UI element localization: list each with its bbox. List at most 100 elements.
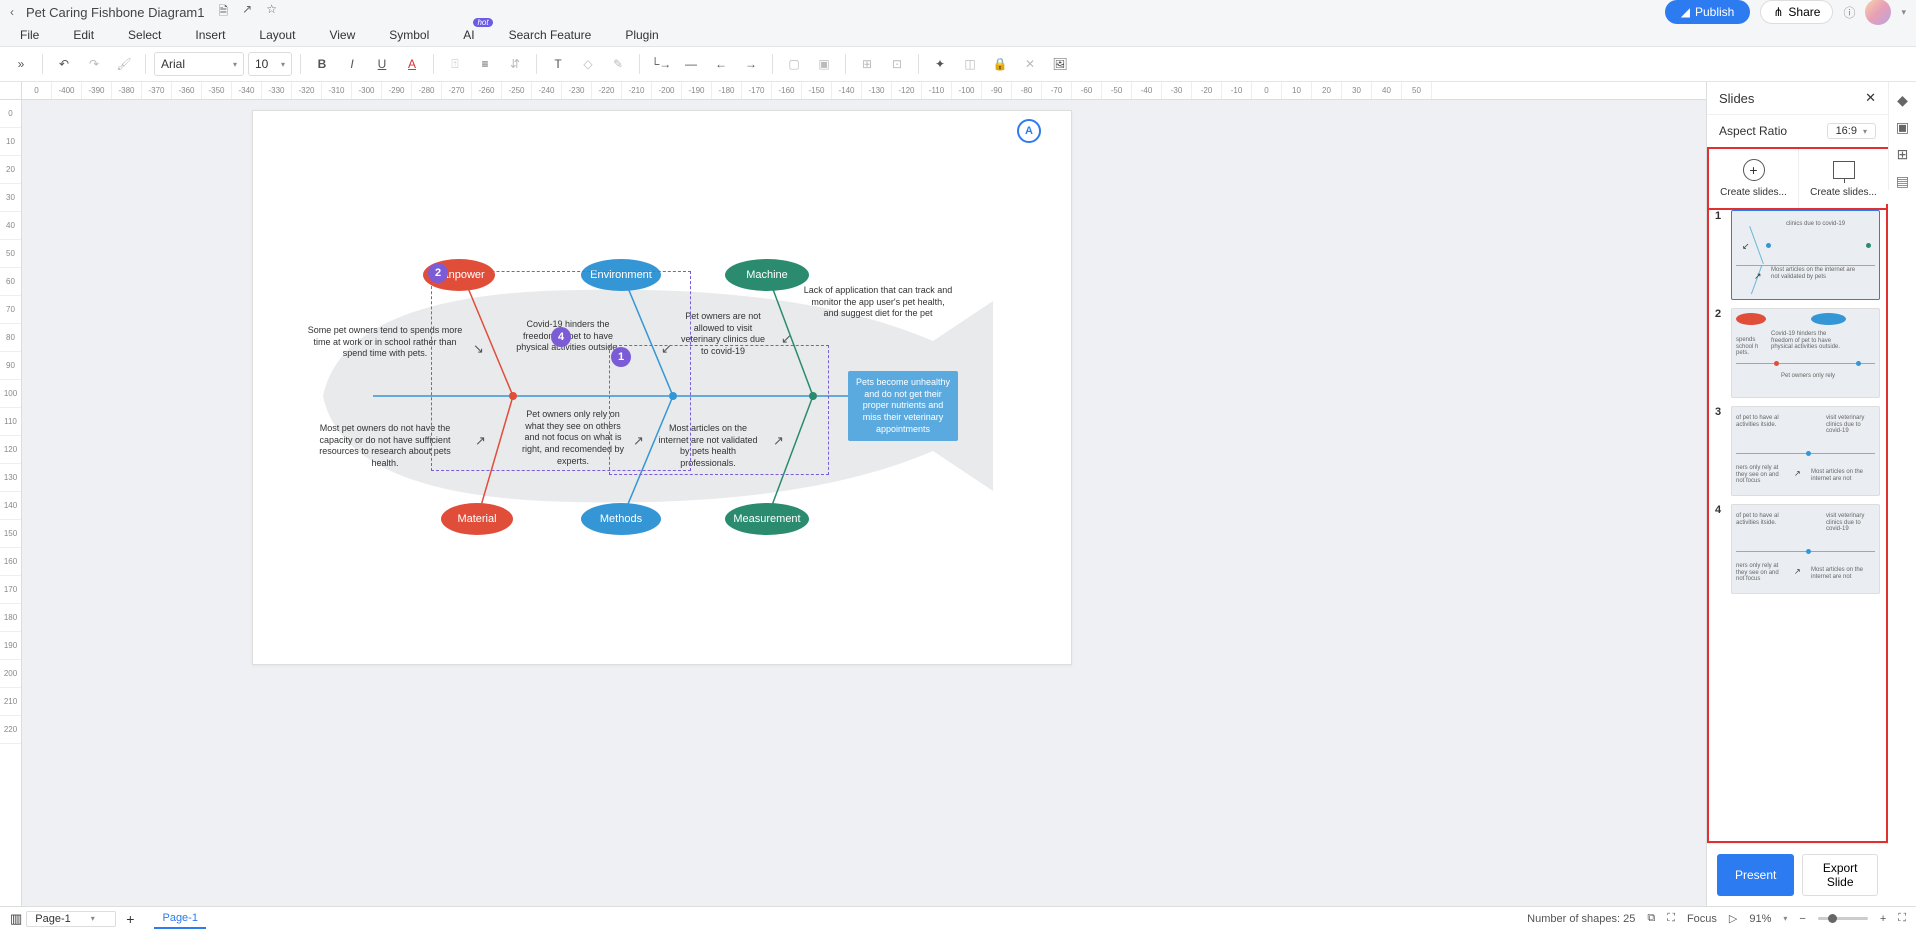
shapes-count: Number of shapes: 25 — [1527, 913, 1635, 925]
marker-4[interactable]: 4 — [551, 327, 571, 347]
focus-icon[interactable]: ⛶ — [1667, 912, 1675, 925]
group-icon[interactable]: ⊡ — [884, 51, 910, 77]
canvas[interactable]: 0-400-390-380-370-360-350-340-330-320-31… — [0, 82, 1706, 906]
slide-thumb-3[interactable]: of pet to have al activities itside. vis… — [1731, 406, 1880, 496]
text-top-icon[interactable]: ⍐ — [442, 51, 468, 77]
text-machine-1[interactable]: Pet owners are not allowed to visit vete… — [678, 311, 768, 358]
back-icon[interactable]: ‹ — [10, 5, 14, 19]
play-icon[interactable]: ▷ — [1729, 912, 1737, 925]
avatar-chevron-icon[interactable]: ▾ — [1901, 7, 1906, 18]
layers-status-icon[interactable]: ⧉ — [1647, 912, 1655, 925]
help-icon[interactable]: ⓘ — [1843, 4, 1855, 21]
bold-icon[interactable]: B — [309, 51, 335, 77]
menu-ai[interactable]: AIhot — [463, 28, 474, 42]
document-page[interactable]: A — [252, 110, 1072, 665]
oval-measurement[interactable]: Measurement — [725, 503, 809, 535]
create-slides-button-2[interactable]: Create slides... — [1798, 149, 1888, 208]
pages-icon[interactable]: ▥ — [10, 911, 22, 927]
slide-thumb-1[interactable]: clinics due to covid-19 Most articles on… — [1731, 210, 1880, 300]
font-size-selector[interactable]: 10▾ — [248, 52, 292, 76]
brush-icon[interactable]: 🖌 — [111, 51, 137, 77]
share-button[interactable]: ⋔Share — [1760, 0, 1833, 24]
ai-assistant-icon[interactable]: A — [1017, 119, 1041, 143]
oval-environment[interactable]: Environment — [581, 259, 661, 291]
undo-icon[interactable]: ↶ — [51, 51, 77, 77]
format-icon[interactable]: ◆ — [1897, 92, 1908, 109]
focus-label[interactable]: Focus — [1687, 913, 1717, 925]
font-selector[interactable]: Arial▾ — [154, 52, 244, 76]
tools-icon[interactable]: ✕ — [1017, 51, 1043, 77]
redo-icon[interactable]: ↷ — [81, 51, 107, 77]
menu-plugin[interactable]: Plugin — [625, 28, 658, 42]
layers-icon[interactable]: ▣ — [1896, 119, 1909, 136]
align-icon[interactable]: ≡ — [472, 51, 498, 77]
oval-material[interactable]: Material — [441, 503, 513, 535]
close-panel-icon[interactable]: ✕ — [1865, 90, 1876, 106]
fullscreen-icon[interactable]: ⛶ — [1898, 912, 1906, 925]
page-tab[interactable]: Page-1 — [154, 909, 205, 929]
underline-icon[interactable]: U — [369, 51, 395, 77]
create-slides-button-1[interactable]: + Create slides... — [1709, 149, 1798, 208]
menu-search[interactable]: Search Feature — [509, 28, 592, 42]
marker-1[interactable]: 1 — [611, 347, 631, 367]
oval-machine[interactable]: Machine — [725, 259, 809, 291]
lock-icon[interactable]: 🔒 — [987, 51, 1013, 77]
image-icon[interactable]: 🖼 — [1047, 51, 1073, 77]
arrow-icon: ↙ — [781, 331, 792, 347]
present-button[interactable]: Present — [1717, 854, 1794, 896]
menu-symbol[interactable]: Symbol — [389, 28, 429, 42]
crop-icon[interactable]: ◫ — [957, 51, 983, 77]
italic-icon[interactable]: I — [339, 51, 365, 77]
slide-template-icon — [1833, 161, 1855, 179]
connector-icon[interactable]: └→ — [648, 51, 674, 77]
arrow-icon: ↙ — [661, 341, 672, 357]
zoom-value[interactable]: 91% — [1749, 913, 1771, 925]
add-page-button[interactable]: + — [126, 911, 134, 927]
effects-icon[interactable]: ✦ — [927, 51, 953, 77]
menu-edit[interactable]: Edit — [73, 28, 94, 42]
font-color-icon[interactable]: A — [399, 51, 425, 77]
text-machine-2[interactable]: Lack of application that can track and m… — [803, 285, 953, 320]
oval-methods[interactable]: Methods — [581, 503, 661, 535]
export-slide-button[interactable]: Export Slide — [1802, 854, 1878, 896]
arrow-start-icon[interactable]: ← — [708, 51, 734, 77]
aspect-selector[interactable]: 16:9▾ — [1827, 123, 1876, 139]
export-icon[interactable]: ↗ — [242, 2, 252, 23]
grid-icon[interactable]: ⊞ — [1897, 146, 1909, 163]
menu-insert[interactable]: Insert — [195, 28, 225, 42]
expand-icon[interactable]: » — [8, 51, 34, 77]
avatar[interactable] — [1865, 0, 1891, 25]
star-icon[interactable]: ☆ — [266, 2, 277, 23]
publish-button[interactable]: ◢Publish — [1665, 0, 1751, 24]
menu-select[interactable]: Select — [128, 28, 161, 42]
slides-icon[interactable]: ▤ — [1896, 173, 1909, 190]
arrow-end-icon[interactable]: → — [738, 51, 764, 77]
result-box[interactable]: Pets become unhealthy and do not get the… — [848, 371, 958, 441]
pen-icon[interactable]: ✎ — [605, 51, 631, 77]
text-measurement-1[interactable]: Most articles on the internet are not va… — [653, 423, 763, 470]
zoom-in-icon[interactable]: + — [1880, 913, 1886, 925]
aspect-label: Aspect Ratio — [1719, 124, 1787, 138]
text-material-1[interactable]: Most pet owners do not have the capacity… — [305, 423, 465, 470]
line-style-icon[interactable]: — — [678, 51, 704, 77]
zoom-out-icon[interactable]: − — [1799, 913, 1805, 925]
save-icon[interactable]: 🗎 — [218, 2, 228, 23]
menu-file[interactable]: File — [20, 28, 39, 42]
spacing-icon[interactable]: ⇵ — [502, 51, 528, 77]
document-title: Pet Caring Fishbone Diagram1 — [26, 5, 204, 20]
text-manpower-1[interactable]: Some pet owners tend to spends more time… — [305, 325, 465, 360]
slide-thumb-4[interactable]: of pet to have al activities itside. vis… — [1731, 504, 1880, 594]
menu-view[interactable]: View — [329, 28, 355, 42]
arrow-icon: ↗ — [633, 433, 644, 449]
marker-2[interactable]: 2 — [428, 263, 448, 283]
page-selector[interactable]: Page-1▾ — [26, 911, 116, 927]
fill-icon[interactable]: ◇ — [575, 51, 601, 77]
text-methods-1[interactable]: Pet owners only rely on what they see on… — [518, 409, 628, 467]
menu-layout[interactable]: Layout — [259, 28, 295, 42]
text-tool-icon[interactable]: T — [545, 51, 571, 77]
zoom-slider[interactable] — [1818, 917, 1868, 920]
align-obj-icon[interactable]: ⊞ — [854, 51, 880, 77]
shape2-icon[interactable]: ▣ — [811, 51, 837, 77]
shape1-icon[interactable]: ▢ — [781, 51, 807, 77]
slide-thumb-2[interactable]: spends school h pets. Covid-19 hinders t… — [1731, 308, 1880, 398]
